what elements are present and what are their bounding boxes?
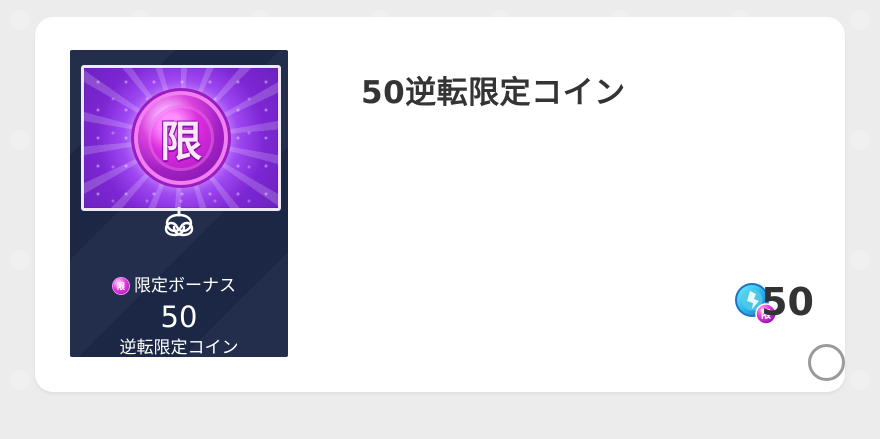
- coin-symbol: 限: [159, 116, 202, 166]
- knot-icon: [164, 207, 194, 237]
- bonus-label: 限定ボーナス: [134, 276, 236, 296]
- item-card[interactable]: 限 限 限定ボーナス 50 逆転限定コイン 50逆転限定コイン 限 50: [35, 17, 845, 392]
- thumbnail-artwork: 限: [81, 65, 281, 211]
- selection-radio[interactable]: [808, 344, 845, 381]
- thumbnail-name: 逆転限定コイン: [119, 338, 239, 357]
- bonus-coin-icon: 限: [113, 278, 129, 294]
- item-thumbnail: 限 限 限定ボーナス 50 逆転限定コイン: [70, 50, 288, 357]
- item-title: 50逆転限定コイン: [361, 75, 626, 111]
- thumbnail-count: 50: [160, 300, 198, 334]
- reward-amount: 50: [761, 280, 814, 324]
